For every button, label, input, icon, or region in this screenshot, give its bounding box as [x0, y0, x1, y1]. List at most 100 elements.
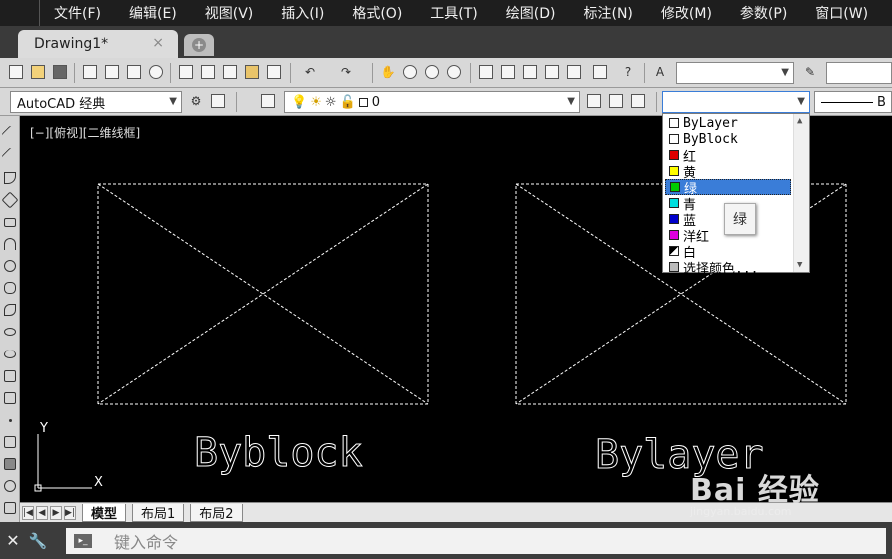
print-icon[interactable]: [80, 62, 100, 82]
layer-properties-icon[interactable]: [258, 91, 278, 111]
tab-drawing1[interactable]: Drawing1* ×: [18, 30, 178, 58]
color-swatch: [669, 246, 679, 256]
text-style-combo[interactable]: ▼: [676, 62, 794, 84]
menu-dimension[interactable]: 标注(N): [570, 3, 647, 23]
menu-parametric[interactable]: 参数(P): [726, 3, 801, 23]
wrench-icon[interactable]: 🔧: [26, 532, 50, 550]
make-block-icon[interactable]: [2, 390, 18, 406]
new-file-icon[interactable]: [6, 62, 26, 82]
color-picker-icon: [669, 262, 679, 272]
pan-icon[interactable]: ✋: [378, 62, 398, 82]
tab-layout2[interactable]: 布局2: [190, 503, 243, 522]
text-style-icon[interactable]: A: [650, 62, 670, 82]
workspace-customize-icon[interactable]: [208, 91, 228, 111]
workspace-settings-icon[interactable]: ⚙: [186, 91, 206, 111]
polygon-icon[interactable]: [1, 191, 19, 209]
color-swatch: [669, 150, 679, 160]
ellipse-icon[interactable]: [2, 324, 18, 340]
zoom-window-icon[interactable]: [422, 62, 442, 82]
match-properties-icon[interactable]: [242, 62, 262, 82]
rectangle-icon[interactable]: [2, 214, 18, 230]
color-option-bylayer[interactable]: ByLayer: [665, 115, 791, 131]
command-prompt-icon[interactable]: ▸_: [74, 534, 92, 548]
print-preview-icon[interactable]: [102, 62, 122, 82]
dimension-style-icon[interactable]: ✎: [800, 62, 820, 82]
previous-tab-icon[interactable]: ◀: [36, 505, 48, 520]
first-tab-icon[interactable]: |◀: [22, 505, 34, 520]
last-tab-icon[interactable]: ▶|: [64, 505, 76, 520]
menu-format[interactable]: 格式(O): [338, 3, 416, 23]
menu-window[interactable]: 窗口(W): [801, 3, 882, 23]
polyline-icon[interactable]: [2, 170, 18, 186]
arc-icon[interactable]: [2, 236, 18, 252]
undo-icon[interactable]: ↶: [300, 62, 320, 82]
app-menu-button[interactable]: [0, 0, 40, 26]
menu-insert[interactable]: 插入(I): [267, 3, 338, 23]
chevron-down-icon: ▼: [169, 96, 177, 107]
block-editor-icon[interactable]: [264, 62, 284, 82]
cut-icon[interactable]: [176, 62, 196, 82]
ellipse-arc-icon[interactable]: [2, 346, 18, 362]
chevron-down-icon[interactable]: ▼: [797, 260, 802, 270]
color-option-select-color[interactable]: 选择颜色...: [665, 259, 791, 277]
redo-icon[interactable]: ↷: [336, 62, 356, 82]
region-icon[interactable]: [2, 478, 18, 494]
properties-icon[interactable]: [476, 62, 496, 82]
close-icon[interactable]: ×: [152, 35, 164, 51]
paste-icon[interactable]: [220, 62, 240, 82]
spline-icon[interactable]: [2, 302, 18, 318]
menu-file[interactable]: 文件(F): [40, 3, 115, 23]
help-icon[interactable]: ?: [618, 62, 638, 82]
tool-palettes-icon[interactable]: [520, 62, 540, 82]
menu-modify[interactable]: 修改(M): [647, 3, 726, 23]
design-center-icon[interactable]: [498, 62, 518, 82]
ucs-y-label: Y: [39, 421, 48, 436]
layer-combo[interactable]: 💡 ☀ ☼ 🔓 0 ▼: [284, 91, 580, 113]
circle-icon[interactable]: [2, 258, 18, 274]
markup-set-icon[interactable]: [564, 62, 584, 82]
line-icon[interactable]: [1, 125, 19, 143]
hatch-icon[interactable]: [2, 434, 18, 450]
revision-cloud-icon[interactable]: [2, 280, 18, 296]
dimension-style-combo[interactable]: [826, 62, 892, 84]
layer-previous-icon[interactable]: [606, 91, 626, 111]
calculator-icon[interactable]: [590, 62, 610, 82]
publish-icon[interactable]: [124, 62, 144, 82]
text-byblock[interactable]: Byblock: [194, 430, 364, 477]
color-dropdown-list[interactable]: ByLayer ByBlock 红 黄 绿 青 蓝 洋红 白 选择颜色... ▲…: [662, 113, 810, 277]
close-icon[interactable]: ✕: [0, 531, 26, 550]
copy-icon[interactable]: [198, 62, 218, 82]
dropdown-scrollbar[interactable]: ▲ ▼: [793, 114, 809, 272]
menu-tools[interactable]: 工具(T): [416, 3, 491, 23]
separator: [74, 63, 75, 83]
separator: [170, 63, 171, 83]
open-file-icon[interactable]: [28, 62, 48, 82]
3d-dwf-icon[interactable]: [146, 62, 166, 82]
menu-draw[interactable]: 绘图(D): [492, 3, 570, 23]
make-current-layer-icon[interactable]: [584, 91, 604, 111]
next-tab-icon[interactable]: ▶: [50, 505, 62, 520]
new-tab-button[interactable]: +: [184, 34, 214, 56]
construction-line-icon[interactable]: [1, 147, 19, 165]
tab-layout1[interactable]: 布局1: [132, 503, 185, 522]
command-input[interactable]: ▸_ 键入命令: [66, 528, 886, 554]
linetype-value: B: [877, 94, 886, 110]
table-icon[interactable]: [2, 500, 18, 516]
menu-view[interactable]: 视图(V): [191, 3, 268, 23]
point-icon[interactable]: [2, 412, 18, 428]
insert-block-icon[interactable]: [2, 368, 18, 384]
save-icon[interactable]: [50, 62, 70, 82]
color-control-combo[interactable]: ▼: [662, 91, 810, 113]
color-swatch: [669, 118, 679, 128]
chevron-up-icon[interactable]: ▲: [797, 116, 802, 126]
gradient-icon[interactable]: [2, 456, 18, 472]
zoom-previous-icon[interactable]: [444, 62, 464, 82]
zoom-realtime-icon[interactable]: [400, 62, 420, 82]
separator: [372, 63, 373, 83]
sheet-set-icon[interactable]: [542, 62, 562, 82]
linetype-control-combo[interactable]: B: [814, 91, 892, 113]
layer-states-icon[interactable]: [628, 91, 648, 111]
menu-edit[interactable]: 编辑(E): [115, 3, 191, 23]
tab-model[interactable]: 模型: [82, 503, 127, 522]
workspace-combo[interactable]: AutoCAD 经典 ▼: [10, 91, 182, 113]
